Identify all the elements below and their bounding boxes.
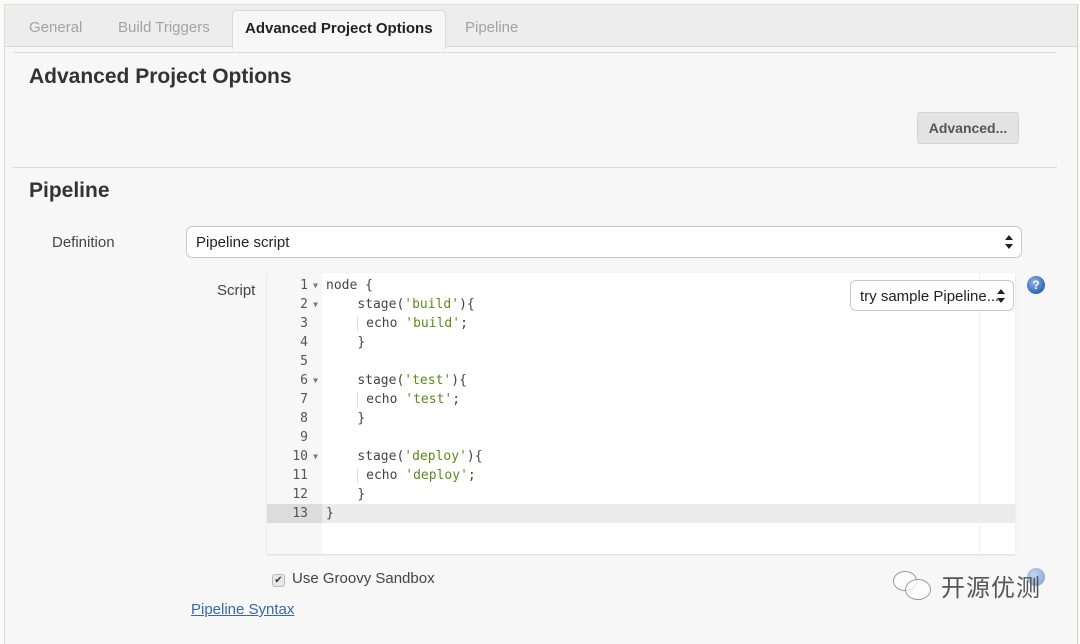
code-token: } <box>357 487 366 502</box>
code-text: node { <box>326 276 373 295</box>
definition-select[interactable]: Pipeline script <box>186 226 1022 258</box>
divider <box>13 167 1057 168</box>
fold-toggle-icon[interactable]: ▼ <box>313 371 318 390</box>
line-number: 1 ▼ <box>300 276 318 295</box>
code-token: stage( <box>357 449 405 464</box>
line-number: 3 <box>300 316 308 331</box>
code-token: ){ <box>466 449 483 464</box>
code-line[interactable]: 10 ▼ stage('deploy'){ <box>267 447 1015 466</box>
line-number: 7 <box>300 392 308 407</box>
code-text: } <box>326 485 365 504</box>
tab-general[interactable]: General <box>29 5 82 48</box>
tab-pipeline[interactable]: Pipeline <box>465 5 518 48</box>
code-token: } <box>357 335 366 350</box>
line-number: 13 <box>267 504 322 523</box>
code-text: echo 'test'; <box>326 390 460 409</box>
code-line[interactable]: 11 echo 'deploy'; <box>267 466 1015 485</box>
select-arrows-icon <box>997 288 1005 303</box>
tab-build-triggers[interactable]: Build Triggers <box>118 5 210 48</box>
advanced-button[interactable]: Advanced... <box>917 112 1019 144</box>
code-token: } <box>326 506 334 521</box>
code-line[interactable]: 9 <box>267 428 1015 447</box>
code-line[interactable]: 13} <box>267 504 1015 523</box>
line-number: 10 ▼ <box>292 447 318 466</box>
line-number: 6 ▼ <box>300 371 318 390</box>
script-editor[interactable]: 1 ▼ node {2 ▼ stage('build'){3 echo 'build'… <box>267 273 1015 554</box>
watermark: 开源优测 <box>891 568 1041 603</box>
indent-guide <box>357 468 367 483</box>
code-text: stage('deploy'){ <box>326 447 483 466</box>
code-token: ; <box>460 316 468 331</box>
script-label: Script <box>217 282 256 299</box>
code-token: node <box>326 278 366 293</box>
code-text: } <box>326 504 334 523</box>
tab-bar: General Build Triggers Advanced Project … <box>5 5 1077 49</box>
code-token: echo <box>366 392 406 407</box>
fold-toggle-icon[interactable]: ▼ <box>313 276 318 295</box>
code-token: { <box>365 278 373 293</box>
line-number: 4 <box>300 335 308 350</box>
config-panel: General Build Triggers Advanced Project … <box>4 4 1078 644</box>
select-arrows-icon <box>1005 235 1013 249</box>
pipeline-syntax-link[interactable]: Pipeline Syntax <box>191 601 294 618</box>
line-number: 9 <box>300 430 308 445</box>
code-text: } <box>326 409 365 428</box>
code-token: } <box>357 411 366 426</box>
wechat-icon <box>891 569 935 603</box>
code-token: ; <box>452 392 461 407</box>
indent-guide <box>357 392 367 407</box>
definition-label: Definition <box>52 234 115 251</box>
string-token: 'deploy' <box>405 468 468 483</box>
groovy-sandbox-checkbox[interactable]: ✔ <box>272 574 285 587</box>
fold-toggle-icon[interactable]: ▼ <box>313 447 318 466</box>
tab-advanced-project-options[interactable]: Advanced Project Options <box>232 10 446 49</box>
code-line[interactable]: 5 <box>267 352 1015 371</box>
code-token: echo <box>366 316 406 331</box>
code-token: echo <box>366 468 406 483</box>
sample-pipeline-select[interactable]: try sample Pipeline... <box>850 280 1014 311</box>
divider <box>13 52 1057 53</box>
string-token: 'build' <box>404 297 460 312</box>
indent-guide <box>357 316 367 331</box>
code-text: stage('build'){ <box>326 295 475 314</box>
line-number: 8 <box>300 411 308 426</box>
string-token: 'test' <box>404 373 452 388</box>
string-token: 'deploy' <box>404 449 467 464</box>
line-number: 11 <box>292 468 308 483</box>
code-text: echo 'deploy'; <box>326 466 476 485</box>
watermark-text: 开源优测 <box>941 575 1041 602</box>
code-line[interactable]: 3 echo 'build'; <box>267 314 1015 333</box>
definition-select-value: Pipeline script <box>196 234 290 251</box>
code-token: ){ <box>451 373 467 388</box>
question-icon[interactable]: ? <box>1027 276 1045 294</box>
groovy-sandbox-label: Use Groovy Sandbox <box>292 570 435 587</box>
line-number: 5 <box>300 354 308 369</box>
code-text: echo 'build'; <box>326 314 468 333</box>
code-line[interactable]: 6 ▼ stage('test'){ <box>267 371 1015 390</box>
code-token: ){ <box>459 297 475 312</box>
code-token: ; <box>467 468 476 483</box>
section-title-advanced-project-options: Advanced Project Options <box>29 65 292 88</box>
code-line[interactable]: 4 } <box>267 333 1015 352</box>
string-token: 'build' <box>405 316 461 331</box>
code-text: } <box>326 333 365 352</box>
line-number: 12 <box>292 487 308 502</box>
code-line[interactable]: 12 } <box>267 485 1015 504</box>
code-line[interactable]: 7 echo 'test'; <box>267 390 1015 409</box>
fold-toggle-icon[interactable]: ▼ <box>313 295 318 314</box>
sample-pipeline-select-value: try sample Pipeline... <box>860 288 1000 305</box>
code-text: stage('test'){ <box>326 371 467 390</box>
section-title-pipeline: Pipeline <box>29 179 110 202</box>
line-number: 2 ▼ <box>300 295 318 314</box>
string-token: 'test' <box>405 392 453 407</box>
code-line[interactable]: 8 } <box>267 409 1015 428</box>
code-token: stage( <box>357 297 405 312</box>
code-lines[interactable]: 1 ▼ node {2 ▼ stage('build'){3 echo 'build'… <box>267 276 1015 523</box>
code-token: stage( <box>357 373 405 388</box>
